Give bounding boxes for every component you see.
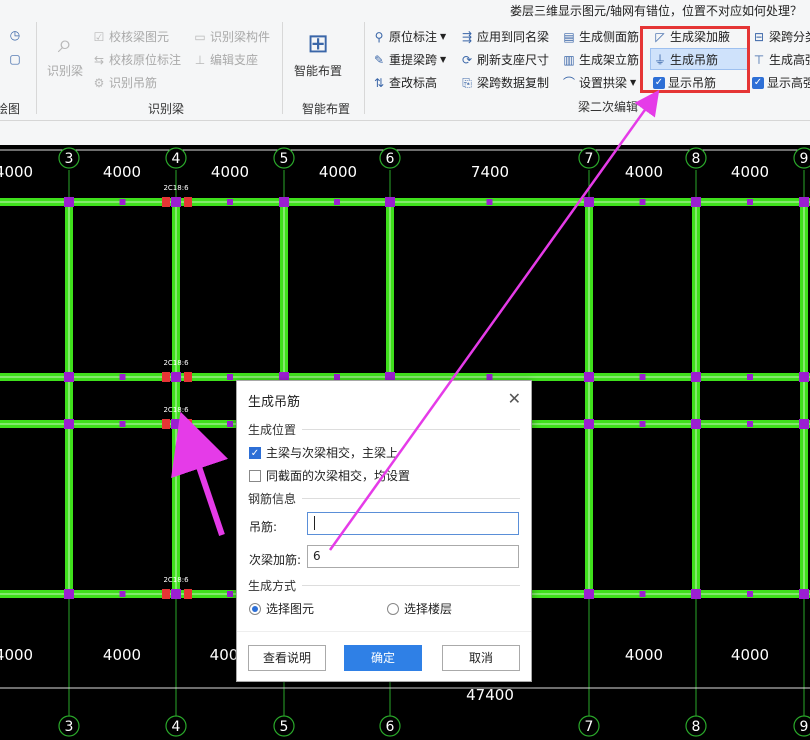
annotation-arrows [171,89,660,551]
arrow-to-hanger [171,411,229,536]
arrow-to-button [328,89,660,551]
